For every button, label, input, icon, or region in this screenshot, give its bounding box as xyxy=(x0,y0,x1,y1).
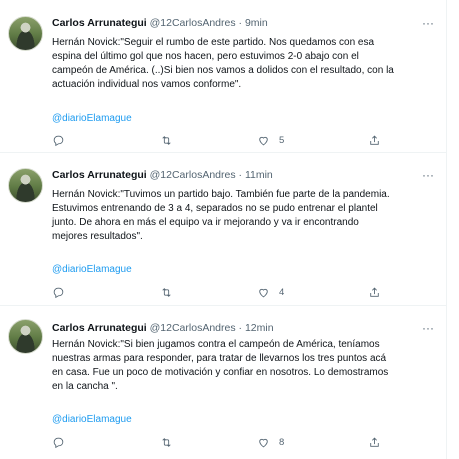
like-button[interactable]: 4 xyxy=(257,286,284,299)
retweet-button[interactable] xyxy=(160,436,173,449)
tweet-header: Carlos Arrunategui @12CarlosAndres · 11m… xyxy=(52,169,273,181)
like-button[interactable]: 8 xyxy=(257,436,284,449)
retweet-icon xyxy=(162,288,171,297)
heart-icon xyxy=(259,438,268,448)
mention-link[interactable]: @diarioElamague xyxy=(52,113,132,124)
tweet-header: Carlos Arrunategui @12CarlosAndres · 9mi… xyxy=(52,17,268,29)
timestamp[interactable]: 9min xyxy=(245,17,268,29)
avatar[interactable] xyxy=(8,319,43,354)
tweet-text: Hernán Novick:"Seguir el rumbo de este p… xyxy=(52,37,394,90)
tweet-actions: 8 xyxy=(52,436,412,450)
tweet-actions: 4 xyxy=(52,286,412,300)
reply-icon xyxy=(53,287,64,299)
tweet[interactable]: Carlos Arrunategui @12CarlosAndres · 11m… xyxy=(0,152,446,306)
author-handle[interactable]: @12CarlosAndres xyxy=(150,169,236,181)
more-dots-icon[interactable]: ··· xyxy=(422,322,434,334)
tweet[interactable]: Carlos Arrunategui @12CarlosAndres · 9mi… xyxy=(0,0,446,153)
author-name[interactable]: Carlos Arrunategui xyxy=(52,169,147,181)
retweet-button[interactable] xyxy=(160,134,173,147)
reply-button[interactable] xyxy=(52,286,65,299)
reply-icon xyxy=(53,437,64,449)
retweet-icon xyxy=(162,438,171,447)
share-button[interactable] xyxy=(368,436,381,449)
like-count: 8 xyxy=(279,437,285,448)
more-dots-icon[interactable]: ··· xyxy=(422,17,434,29)
reply-button[interactable] xyxy=(52,134,65,147)
tweet[interactable]: Carlos Arrunategui @12CarlosAndres · 12m… xyxy=(0,305,446,459)
heart-icon xyxy=(259,136,268,146)
avatar[interactable] xyxy=(8,168,43,203)
like-button[interactable]: 5 xyxy=(257,134,284,147)
share-icon xyxy=(370,287,379,297)
like-count: 5 xyxy=(279,135,285,146)
separator-dot: · xyxy=(238,17,243,29)
reply-button[interactable] xyxy=(52,436,65,449)
like-count: 4 xyxy=(279,287,285,298)
tweet-header: Carlos Arrunategui @12CarlosAndres · 12m… xyxy=(52,322,274,334)
mention-link[interactable]: @diarioElamague xyxy=(52,414,132,425)
share-button[interactable] xyxy=(368,134,381,147)
mention-link[interactable]: @diarioElamague xyxy=(52,264,132,275)
more-dots-icon[interactable]: ··· xyxy=(422,169,434,181)
reply-icon xyxy=(53,135,64,147)
share-button[interactable] xyxy=(368,286,381,299)
author-handle[interactable]: @12CarlosAndres xyxy=(150,322,236,334)
separator-dot: · xyxy=(238,322,243,334)
tweet-text: Hernán Novick:"Si bien jugamos contra el… xyxy=(52,339,389,392)
tweet-actions: 5 xyxy=(52,134,412,148)
share-icon xyxy=(370,135,379,145)
separator-dot: · xyxy=(238,169,243,181)
heart-icon xyxy=(259,288,268,298)
retweet-icon xyxy=(162,136,171,145)
avatar[interactable] xyxy=(8,16,43,51)
tweet-feed: Carlos Arrunategui @12CarlosAndres · 9mi… xyxy=(0,0,447,459)
author-name[interactable]: Carlos Arrunategui xyxy=(52,322,147,334)
retweet-button[interactable] xyxy=(160,286,173,299)
author-handle[interactable]: @12CarlosAndres xyxy=(150,17,236,29)
timestamp[interactable]: 11min xyxy=(245,169,273,181)
author-name[interactable]: Carlos Arrunategui xyxy=(52,17,147,29)
tweet-text: Hernán Novick:"Tuvimos un partido bajo. … xyxy=(52,189,390,242)
share-icon xyxy=(370,437,379,447)
timestamp[interactable]: 12min xyxy=(245,322,274,334)
